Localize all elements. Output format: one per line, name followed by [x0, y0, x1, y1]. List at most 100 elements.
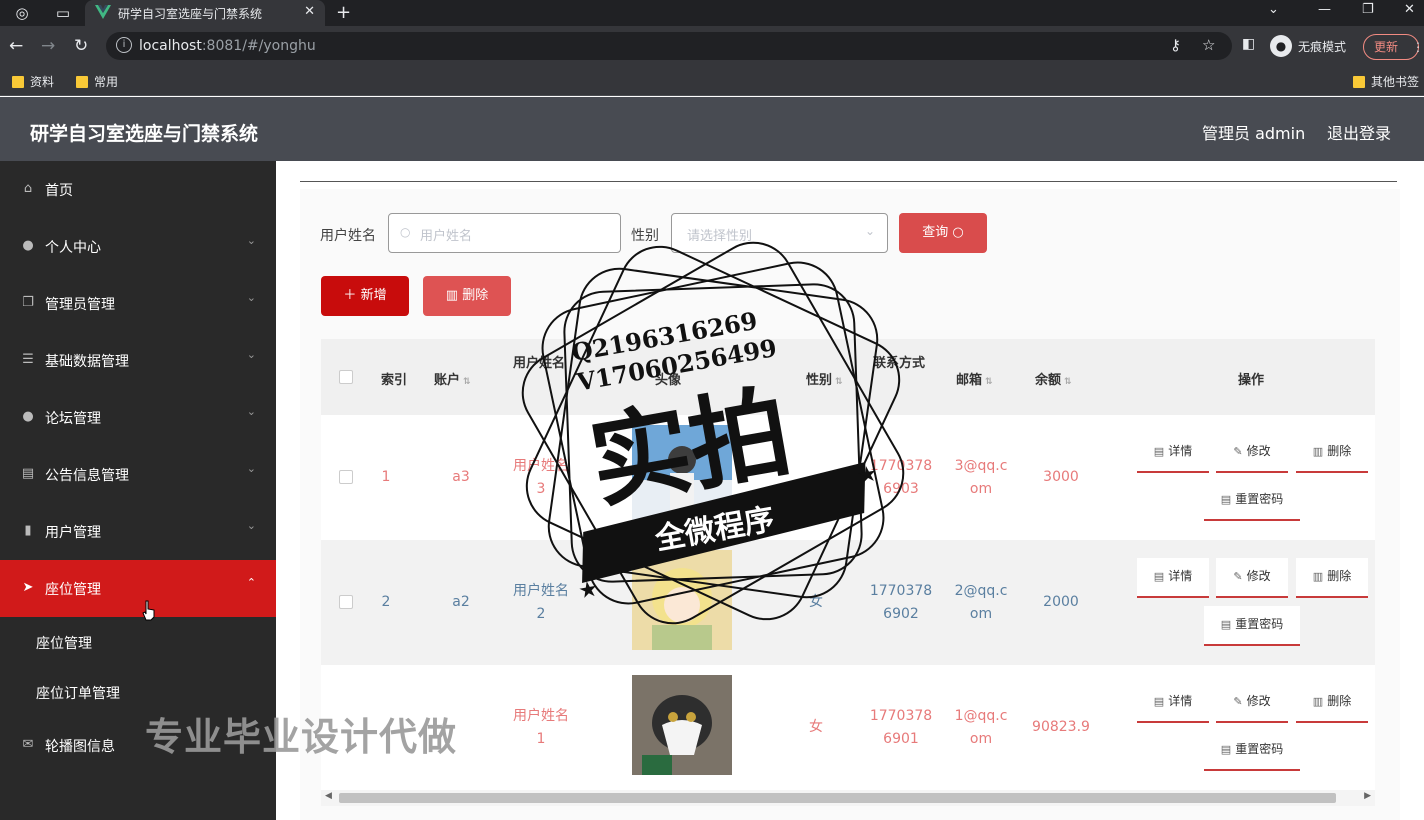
- other-bookmarks[interactable]: 其他书签: [1353, 73, 1419, 90]
- bookmark-label: 常用: [94, 75, 119, 89]
- home-icon: ⌂: [23, 181, 33, 196]
- delete-button[interactable]: ▥ 删除: [1296, 433, 1368, 473]
- sidebar-item-notices[interactable]: ▤ 公告信息管理 ⌄: [0, 446, 276, 503]
- horizontal-scrollbar[interactable]: ◀ ▶: [321, 790, 1375, 806]
- table-row: 用户姓名 1 女 1770378 6901 1@qq.c om 90823.9 ▤ 详情…: [321, 665, 1375, 790]
- site-info-icon[interactable]: i: [116, 37, 132, 53]
- menu-dots-icon[interactable]: ⋮: [1412, 35, 1424, 59]
- document-icon: ▤: [1220, 743, 1232, 756]
- sidebar-item-base-data[interactable]: ☰ 基础数据管理 ⌄: [0, 332, 276, 389]
- sidebar-item-label: 个人中心: [45, 240, 101, 256]
- side-panel-icon[interactable]: ◧: [1242, 36, 1255, 52]
- folder-icon: [76, 75, 88, 88]
- col-account[interactable]: 账户 ⇅: [434, 369, 471, 388]
- logout-link[interactable]: 退出登录: [1327, 120, 1391, 144]
- trash-icon: ▥: [1312, 570, 1324, 583]
- reset-password-button[interactable]: ▤ 重置密码: [1204, 606, 1300, 646]
- folder-icon: [1353, 75, 1365, 88]
- sidebar-item-admins[interactable]: ❐ 管理员管理 ⌄: [0, 275, 276, 332]
- update-button[interactable]: 更新 ⋮: [1363, 34, 1424, 60]
- sidebar-item-seats[interactable]: ➤ 座位管理 ⌃: [0, 560, 276, 617]
- reload-icon[interactable]: ↻: [74, 36, 88, 56]
- sidebar-item-home[interactable]: ⌂ 首页: [0, 161, 276, 218]
- plus-icon: ＋: [343, 288, 357, 303]
- edit-button[interactable]: ✎ 修改: [1216, 683, 1288, 723]
- address-bar: ← → ↻ i localhost:8081/#/yonghu ⚷ ☆ ◧ ● …: [0, 26, 1424, 66]
- vue-logo-icon: [95, 5, 111, 19]
- edit-icon: ✎: [1233, 570, 1243, 583]
- sidebar-item-label: 基础数据管理: [45, 354, 129, 370]
- bottom-watermark: 专业毕业设计代做: [145, 715, 458, 759]
- bookmark-folder-常用[interactable]: 常用: [76, 73, 118, 90]
- sort-icon: ⇅: [1064, 377, 1072, 387]
- sidebar-item-label: 管理员管理: [45, 297, 115, 313]
- edit-button[interactable]: ✎ 修改: [1216, 433, 1288, 473]
- cell-balance: 3000: [1043, 469, 1079, 485]
- detail-button[interactable]: ▤ 详情: [1137, 683, 1209, 723]
- row-checkbox[interactable]: [339, 595, 353, 609]
- document-icon: ▤: [1220, 618, 1232, 631]
- col-email[interactable]: 邮箱 ⇅: [956, 369, 993, 388]
- detail-button[interactable]: ▤ 详情: [1137, 433, 1209, 473]
- back-icon[interactable]: ←: [9, 36, 23, 56]
- sidebar-item-users[interactable]: ▮ 用户管理 ⌄: [0, 503, 276, 560]
- sidebar-item-forum[interactable]: ● 论坛管理 ⌄: [0, 389, 276, 446]
- delete-button[interactable]: ▥ 删除: [1296, 558, 1368, 598]
- chevron-down-icon: ⌄: [246, 291, 256, 304]
- edit-button[interactable]: ✎ 修改: [1216, 558, 1288, 598]
- breadcrumb-divider: [300, 181, 1397, 182]
- cell-index: 2: [381, 594, 391, 610]
- copy-icon: ❐: [22, 295, 34, 310]
- window-close-icon[interactable]: ✕: [1404, 2, 1415, 17]
- bookmark-star-icon[interactable]: ☆: [1202, 36, 1215, 54]
- scrollbar-thumb[interactable]: [339, 793, 1336, 803]
- restore-icon[interactable]: ❐: [1362, 2, 1374, 17]
- cell-gender: 女: [809, 719, 823, 735]
- tab-search-icon[interactable]: ▭: [53, 3, 73, 23]
- sidebar-item-label: 轮播图信息: [45, 739, 115, 755]
- cell-account: a2: [452, 594, 470, 610]
- incognito-indicator[interactable]: ● 无痕模式: [1270, 34, 1346, 58]
- folder-icon: [12, 75, 24, 88]
- bookmark-label: 资料: [30, 75, 55, 89]
- reset-password-button[interactable]: ▤ 重置密码: [1204, 731, 1300, 771]
- key-icon[interactable]: ⚷: [1170, 36, 1181, 54]
- mail-icon: ✉: [22, 737, 34, 752]
- new-tab-icon[interactable]: +: [336, 2, 351, 23]
- delete-button[interactable]: ▥ 删除: [1296, 683, 1368, 723]
- query-button[interactable]: 查询 ○: [899, 213, 987, 253]
- scroll-right-icon[interactable]: ▶: [1364, 791, 1371, 801]
- forward-icon[interactable]: →: [41, 36, 55, 56]
- url-field[interactable]: i localhost:8081/#/yonghu ⚷ ☆: [106, 32, 1232, 60]
- star-icon: ★: [576, 577, 600, 605]
- col-balance[interactable]: 余额 ⇅: [1035, 369, 1072, 388]
- add-button[interactable]: ＋ 新增: [321, 276, 409, 316]
- detail-button[interactable]: ▤ 详情: [1137, 558, 1209, 598]
- select-all-checkbox[interactable]: [339, 370, 353, 384]
- reset-password-button[interactable]: ▤ 重置密码: [1204, 481, 1300, 521]
- browser-tab-active[interactable]: 研学自习室选座与门禁系统 ✕: [85, 0, 325, 26]
- bookmark-folder-资料[interactable]: 资料: [12, 73, 54, 90]
- globe-icon[interactable]: ◎: [12, 3, 32, 23]
- row-checkbox[interactable]: [339, 470, 353, 484]
- chevron-down-icon: ⌄: [864, 224, 875, 238]
- minimize-icon[interactable]: —: [1318, 2, 1331, 17]
- incognito-icon: ●: [1270, 35, 1292, 57]
- bookmark-label: 其他书签: [1371, 75, 1420, 89]
- sidebar-item-profile[interactable]: ● 个人中心 ⌄: [0, 218, 276, 275]
- search-icon: ○: [952, 225, 964, 240]
- tab-close-icon[interactable]: ✕: [304, 4, 315, 19]
- tab-list-chevron-icon[interactable]: ⌄: [1268, 2, 1279, 17]
- col-index: 索引: [381, 373, 408, 388]
- admin-user-label[interactable]: 管理员 admin: [1202, 120, 1305, 144]
- bulk-delete-button[interactable]: ▥ 删除: [423, 276, 511, 316]
- chevron-down-icon: ⌄: [246, 405, 256, 418]
- chart-icon: ▮: [24, 523, 32, 538]
- watermark-stamp: Q2196316269 V17060256499 实拍 全微程序 ★ ★: [521, 241, 905, 625]
- scroll-left-icon[interactable]: ◀: [325, 791, 332, 801]
- chevron-down-icon: ⌄: [246, 234, 256, 247]
- star-icon: ★: [856, 461, 880, 489]
- search-icon: ○: [400, 225, 411, 239]
- sidebar-subitem-seats[interactable]: 座位管理: [0, 617, 276, 667]
- hand-cursor-icon: [142, 600, 155, 621]
